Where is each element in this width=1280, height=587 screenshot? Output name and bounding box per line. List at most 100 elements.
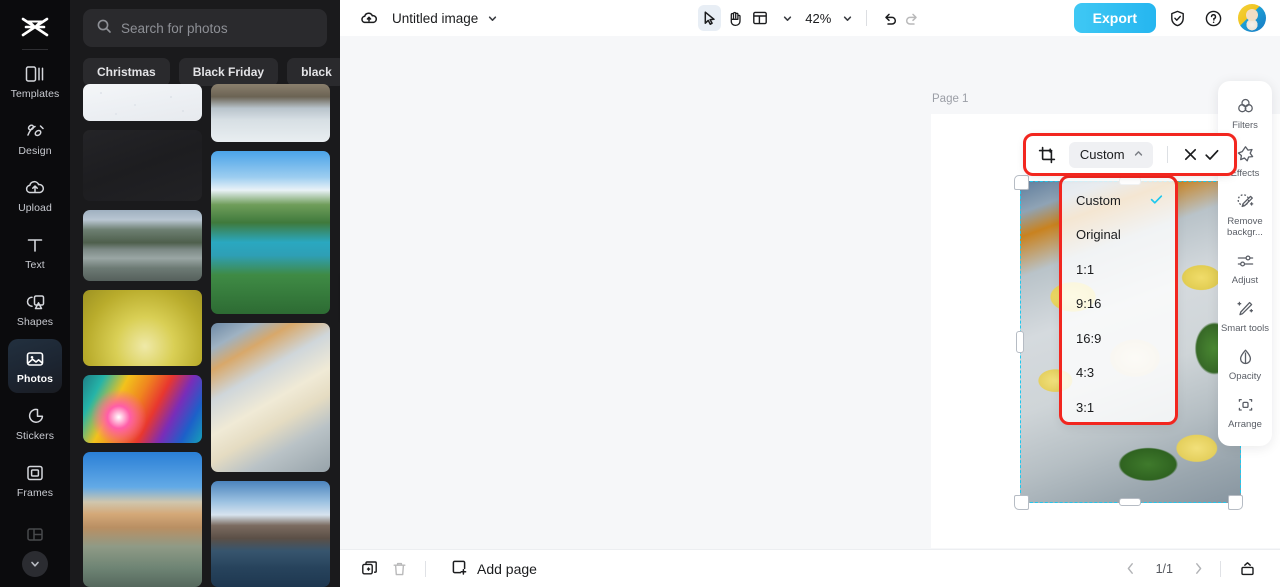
search-box[interactable] bbox=[83, 9, 327, 47]
crop-toolbar: Custom bbox=[1023, 133, 1237, 176]
photo-thumbnail[interactable] bbox=[83, 84, 202, 121]
sidebar-item-photos[interactable]: Photos bbox=[8, 339, 62, 393]
photos-icon bbox=[24, 348, 46, 370]
upload-cloud-icon bbox=[23, 177, 47, 199]
adjust-sliders-icon bbox=[1236, 251, 1255, 271]
sidebar-item-text[interactable]: Text bbox=[8, 225, 62, 279]
ratio-option-9-16[interactable]: 9:16 bbox=[1062, 287, 1175, 322]
present-button[interactable] bbox=[1232, 554, 1262, 584]
suggested-tags: Christmas Black Friday black bbox=[70, 47, 340, 86]
chevron-down-icon[interactable] bbox=[842, 13, 853, 24]
dock-item-smart-tools[interactable]: Smart tools bbox=[1220, 292, 1270, 340]
search-input[interactable] bbox=[121, 20, 314, 36]
photo-thumbnail[interactable] bbox=[211, 480, 330, 587]
photo-thumbnail[interactable] bbox=[83, 129, 202, 201]
photo-thumbnail[interactable] bbox=[83, 210, 202, 282]
dock-item-adjust[interactable]: Adjust bbox=[1220, 244, 1270, 292]
sidebar-item-stickers[interactable]: Stickers bbox=[8, 396, 62, 450]
prev-page-button[interactable] bbox=[1120, 558, 1142, 580]
ratio-option-16-9[interactable]: 16:9 bbox=[1062, 321, 1175, 356]
zoom-level-value[interactable]: 42% bbox=[805, 11, 831, 26]
photo-thumbnail[interactable] bbox=[83, 452, 202, 587]
delete-page-button[interactable] bbox=[384, 554, 414, 584]
more-tools-icon bbox=[25, 526, 45, 549]
aspect-ratio-select[interactable]: Custom bbox=[1068, 141, 1153, 168]
sidebar-item-label: Text bbox=[25, 258, 45, 271]
expand-rail-button[interactable] bbox=[22, 551, 48, 577]
duplicate-page-button[interactable] bbox=[354, 554, 384, 584]
sidebar-item-upload[interactable]: Upload bbox=[8, 168, 62, 222]
dock-item-label: Smart tools bbox=[1220, 323, 1270, 334]
photo-grid-column-right bbox=[211, 84, 330, 587]
add-page-button[interactable]: Add page bbox=[451, 559, 537, 579]
ratio-option-3-1[interactable]: 3:1 bbox=[1062, 390, 1175, 422]
dock-item-label: Arrange bbox=[1228, 419, 1262, 430]
ratio-option-label: 4:3 bbox=[1076, 365, 1095, 381]
check-icon bbox=[1150, 193, 1163, 208]
crop-confirm-button[interactable] bbox=[1201, 148, 1222, 162]
ratio-option-custom[interactable]: Custom bbox=[1062, 183, 1175, 218]
avatar[interactable] bbox=[1238, 4, 1266, 32]
ratio-option-original[interactable]: Original bbox=[1062, 218, 1175, 253]
filters-icon bbox=[1236, 96, 1255, 116]
tag-chip-black-friday[interactable]: Black Friday bbox=[178, 58, 279, 86]
photo-grid bbox=[83, 84, 340, 587]
ratio-option-1-1[interactable]: 1:1 bbox=[1062, 252, 1175, 287]
dock-item-filters[interactable]: Filters bbox=[1220, 89, 1270, 137]
top-right-actions: Export bbox=[1050, 3, 1266, 33]
ratio-option-label: 9:16 bbox=[1076, 296, 1102, 312]
add-page-label: Add page bbox=[477, 560, 537, 577]
dock-item-label: Remove backgr... bbox=[1227, 216, 1263, 238]
sidebar-item-frames[interactable]: Frames bbox=[8, 453, 62, 507]
redo-button[interactable] bbox=[902, 5, 922, 31]
ratio-option-label: 3:1 bbox=[1076, 399, 1095, 415]
canvas-area[interactable]: Page 1 Custom Original 1:1 9:16 16:9 4:3… bbox=[340, 36, 1280, 549]
sidebar-item-design[interactable]: Design bbox=[8, 111, 62, 165]
sidebar-item-label: Design bbox=[18, 144, 52, 157]
document-title[interactable]: Untitled image bbox=[392, 11, 478, 26]
hand-tool-button[interactable] bbox=[723, 5, 746, 31]
dock-item-arrange[interactable]: Arrange bbox=[1220, 388, 1270, 436]
undo-button[interactable] bbox=[880, 5, 900, 31]
chevron-down-icon[interactable] bbox=[782, 13, 793, 24]
photo-thumbnail[interactable] bbox=[211, 84, 330, 143]
photo-grid-column-left bbox=[83, 84, 202, 587]
crop-icon[interactable] bbox=[1038, 146, 1057, 164]
crop-cancel-button[interactable] bbox=[1181, 147, 1202, 162]
photo-thumbnail[interactable] bbox=[211, 322, 330, 472]
sidebar-item-label: Templates bbox=[10, 87, 60, 100]
ratio-option-4-3[interactable]: 4:3 bbox=[1062, 356, 1175, 391]
sidebar-item-label: Stickers bbox=[15, 429, 55, 442]
tag-chip-black[interactable]: black bbox=[287, 58, 340, 86]
sidebar-item-label: Upload bbox=[18, 201, 52, 214]
crop-toolbar-divider bbox=[1166, 146, 1168, 163]
cloud-sync-icon[interactable] bbox=[358, 7, 380, 29]
dock-item-remove-background[interactable]: Remove backgr... bbox=[1220, 185, 1270, 244]
chevron-down-icon[interactable] bbox=[487, 13, 498, 24]
capcut-logo-icon[interactable] bbox=[18, 14, 52, 40]
shield-check-icon[interactable] bbox=[1162, 3, 1192, 33]
rail-bottom-group bbox=[0, 526, 70, 583]
bottom-toolbar: Add page 1/1 bbox=[340, 549, 1280, 587]
toolbar-divider bbox=[866, 10, 868, 26]
photo-thumbnail[interactable] bbox=[211, 151, 330, 314]
photo-thumbnail[interactable] bbox=[83, 374, 202, 444]
sidebar-item-label: Frames bbox=[16, 486, 54, 499]
top-toolbar: Untitled image 42% Export bbox=[340, 0, 1280, 36]
ratio-option-label: Original bbox=[1076, 227, 1121, 243]
tag-chip-christmas[interactable]: Christmas bbox=[83, 58, 170, 86]
aspect-ratio-menu[interactable]: Custom Original 1:1 9:16 16:9 4:3 3:1 bbox=[1059, 175, 1178, 425]
help-circle-icon[interactable] bbox=[1198, 3, 1228, 33]
photo-thumbnail[interactable] bbox=[83, 290, 202, 366]
shapes-icon bbox=[24, 291, 46, 313]
next-page-button[interactable] bbox=[1187, 558, 1209, 580]
layout-tool-button[interactable] bbox=[748, 5, 771, 31]
sidebar-item-shapes[interactable]: Shapes bbox=[8, 282, 62, 336]
search-wrapper bbox=[70, 0, 340, 47]
select-tool-button[interactable] bbox=[698, 5, 722, 31]
ratio-option-label: Custom bbox=[1076, 192, 1121, 208]
export-button[interactable]: Export bbox=[1073, 3, 1156, 33]
text-icon bbox=[25, 234, 45, 256]
dock-item-opacity[interactable]: Opacity bbox=[1220, 340, 1270, 388]
sidebar-item-templates[interactable]: Templates bbox=[8, 54, 62, 108]
